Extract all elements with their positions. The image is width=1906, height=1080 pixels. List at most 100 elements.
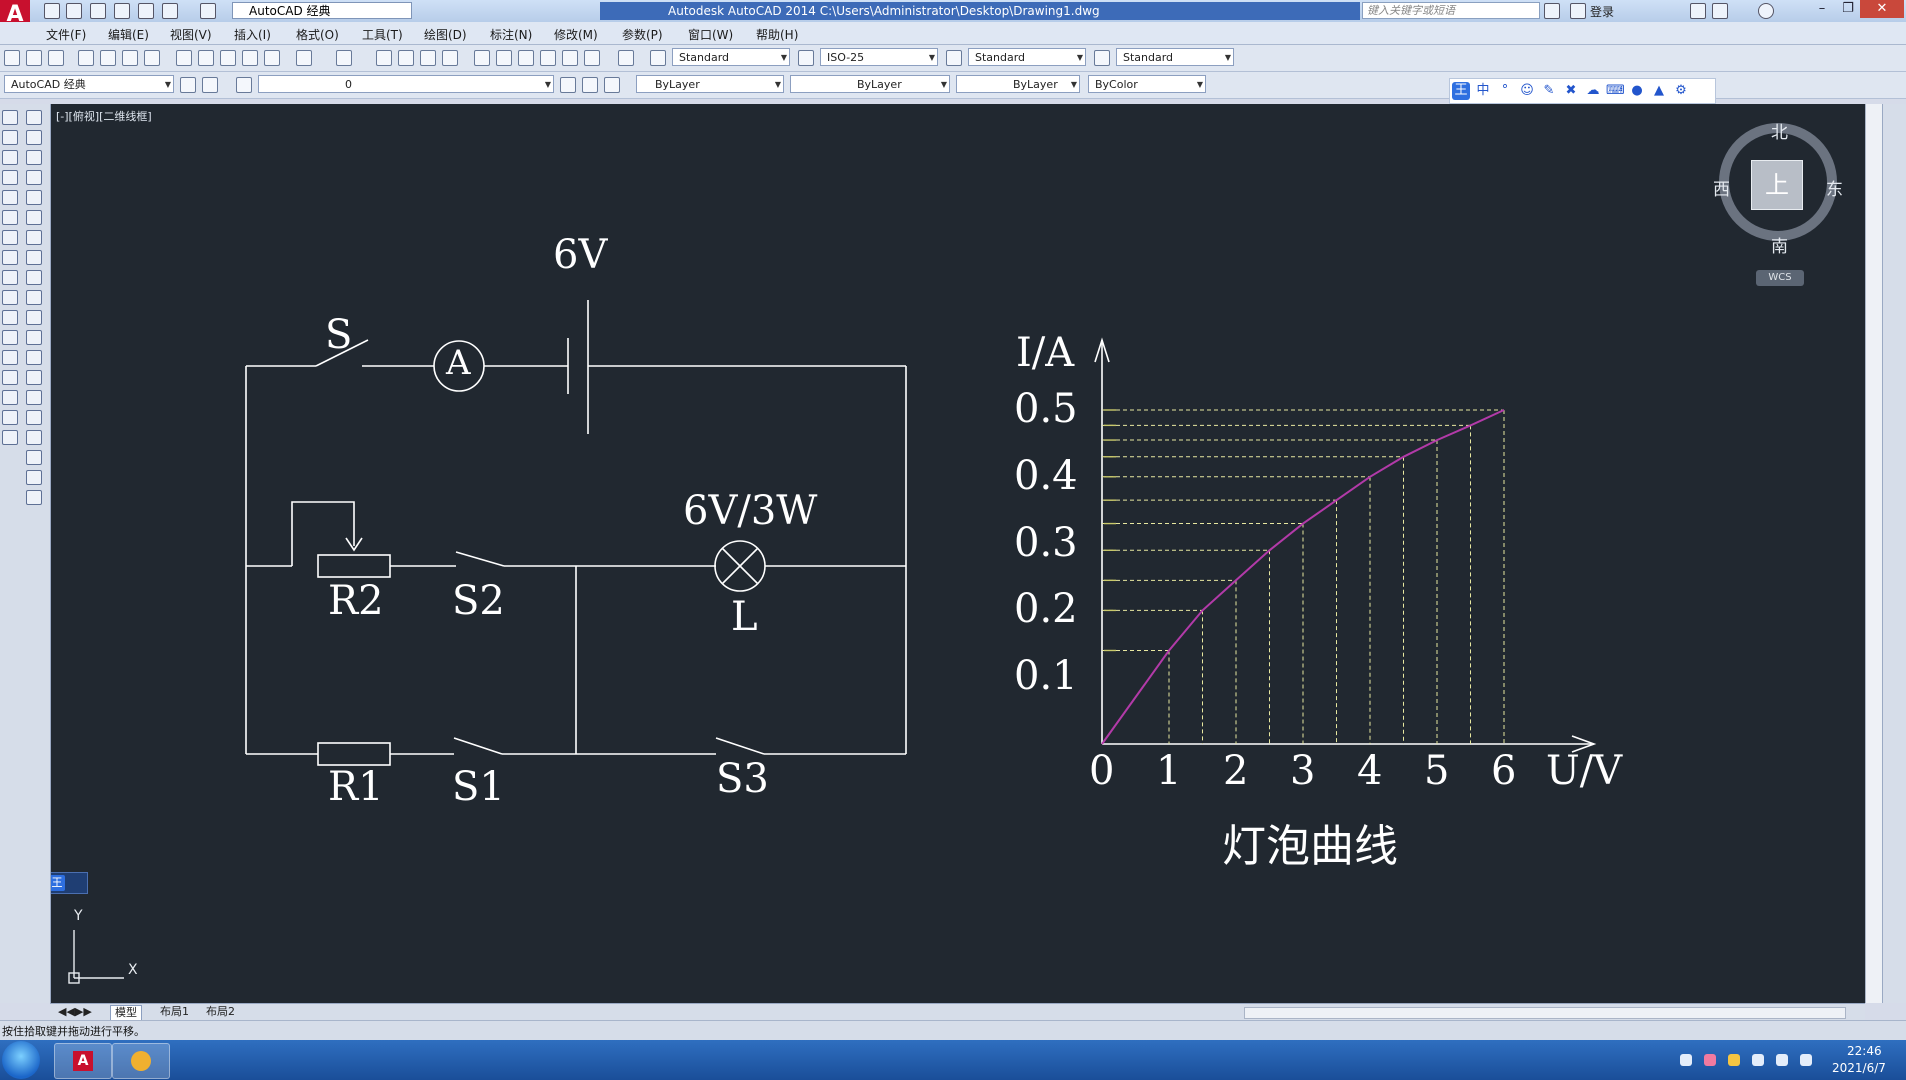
taskbar-autocad[interactable]: A	[54, 1043, 112, 1079]
extend-tool-icon[interactable]	[2, 310, 18, 325]
switch-s-label: S	[325, 312, 353, 358]
move-tool-icon[interactable]	[2, 210, 18, 225]
tray-ime-icon[interactable]	[1728, 1054, 1740, 1066]
lamp-label: L	[731, 594, 758, 640]
x-tick-label: 1	[1156, 748, 1182, 794]
r1-label: R1	[328, 764, 384, 810]
y-tick-label: 0.1	[1014, 653, 1078, 700]
viewcube-top-face[interactable]: 上	[1751, 160, 1803, 210]
x-tick-label: 2	[1223, 748, 1249, 794]
chamfer-tool-icon[interactable]	[2, 390, 18, 405]
tray-volume-icon[interactable]	[1776, 1054, 1788, 1066]
r2-label: R2	[328, 578, 384, 624]
rectangle-tool-icon[interactable]	[26, 190, 42, 205]
table-tool-icon[interactable]	[26, 450, 42, 465]
spline-tool-icon[interactable]	[26, 270, 42, 285]
copy-tool-icon[interactable]	[2, 130, 18, 145]
fillet-tool-icon[interactable]	[2, 410, 18, 425]
r2-resistor	[317, 554, 391, 578]
ellipse-arc-tool-icon[interactable]	[26, 310, 42, 325]
trim-tool-icon[interactable]	[2, 290, 18, 305]
revcloud-tool-icon[interactable]	[26, 250, 42, 265]
tab-layout2[interactable]: 布局2	[202, 1005, 239, 1019]
polygon-tool-icon[interactable]	[26, 170, 42, 185]
ucs-icon	[68, 930, 124, 984]
offset-tool-icon[interactable]	[2, 170, 18, 185]
clock-time[interactable]: 22:46	[1847, 1044, 1882, 1058]
ammeter-label: A	[446, 343, 471, 383]
switch-s3-blade	[715, 737, 765, 755]
tab-model[interactable]: 模型	[110, 1005, 142, 1021]
switch-s1-blade	[453, 737, 503, 755]
tab-layout1[interactable]: 布局1	[156, 1005, 193, 1019]
y-tick-label: 0.3	[1014, 519, 1078, 566]
status-prompt: 按住拾取键并拖动进行平移。	[2, 1025, 145, 1038]
right-tool-palette	[1882, 104, 1906, 1003]
compass-west[interactable]: 西	[1713, 175, 1730, 200]
array-tool-icon[interactable]	[2, 190, 18, 205]
ellipse-tool-icon[interactable]	[26, 290, 42, 305]
x-tick-label: 0	[1089, 748, 1115, 794]
make-block-tool-icon[interactable]	[26, 350, 42, 365]
x-tick-label: 5	[1424, 748, 1450, 794]
status-bar	[0, 1020, 1906, 1041]
drawing-svg	[68, 300, 1597, 984]
add-selected-tool-icon[interactable]	[26, 490, 42, 505]
pline-tool-icon[interactable]	[26, 150, 42, 165]
horizontal-scrollbar[interactable]	[1244, 1007, 1846, 1019]
taskbar-app-2[interactable]	[112, 1043, 170, 1079]
vertical-scrollbar[interactable]	[1865, 104, 1883, 1003]
tray-app-icon[interactable]	[1704, 1054, 1716, 1066]
switch-s2-blade	[455, 551, 505, 567]
xline-tool-icon[interactable]	[26, 130, 42, 145]
chart-guide-lines	[1102, 409, 1505, 744]
clock-date[interactable]: 2021/6/7	[1832, 1061, 1886, 1075]
insert-block-tool-icon[interactable]	[26, 330, 42, 345]
chart-y-label: I/A	[1016, 330, 1075, 376]
stretch-tool-icon[interactable]	[2, 270, 18, 285]
ucs-y-label: Y	[74, 908, 83, 924]
erase-tool-icon[interactable]	[2, 110, 18, 125]
region-tool-icon[interactable]	[26, 430, 42, 445]
tray-security-icon[interactable]	[1680, 1054, 1692, 1066]
ucs-x-label: X	[128, 962, 138, 978]
s2-label: S2	[452, 578, 505, 624]
tray-network-icon[interactable]	[1800, 1054, 1812, 1066]
x-tick-label: 3	[1290, 748, 1316, 794]
windows-taskbar	[0, 1040, 1906, 1080]
chart-y-tick-marks	[1104, 409, 1116, 652]
compass-north[interactable]: 北	[1771, 118, 1788, 143]
x-tick-label: 4	[1357, 748, 1383, 794]
s1-label: S1	[452, 764, 505, 810]
rheostat-slider-wire	[291, 501, 355, 566]
chart-caption: 灯泡曲线	[1222, 821, 1398, 872]
hatch-tool-icon[interactable]	[26, 390, 42, 405]
tray-shield-icon[interactable]	[1752, 1054, 1764, 1066]
layout-tabs-bar: ◀◀▶▶ 模型 布局1 布局2	[50, 1003, 1865, 1021]
point-tool-icon[interactable]	[26, 370, 42, 385]
mtext-tool-icon[interactable]	[26, 470, 42, 485]
scale-tool-icon[interactable]	[2, 250, 18, 265]
lamp-rating-label: 6V/3W	[683, 488, 818, 534]
r1-resistor	[317, 742, 391, 766]
mirror-tool-icon[interactable]	[2, 150, 18, 165]
tab-nav-first-icon[interactable]: ◀◀▶▶	[54, 1005, 96, 1019]
explode-tool-icon[interactable]	[2, 430, 18, 445]
arc-tool-icon[interactable]	[26, 210, 42, 225]
start-button[interactable]	[2, 1041, 40, 1079]
join-tool-icon[interactable]	[2, 370, 18, 385]
s3-label: S3	[716, 756, 769, 802]
line-tool-icon[interactable]	[26, 110, 42, 125]
compass-south[interactable]: 南	[1771, 232, 1788, 257]
rotate-tool-icon[interactable]	[2, 230, 18, 245]
wcs-menu-button[interactable]: WCS	[1756, 270, 1804, 286]
voltage-label: 6V	[553, 232, 608, 278]
gradient-tool-icon[interactable]	[26, 410, 42, 425]
compass-east[interactable]: 东	[1826, 175, 1843, 200]
circle-tool-icon[interactable]	[26, 230, 42, 245]
autocad-task-icon: A	[73, 1051, 93, 1071]
ime-mini-logo-icon[interactable]: 王	[49, 875, 65, 891]
iv-chart	[1094, 337, 1597, 753]
break-at-point-tool-icon[interactable]	[2, 330, 18, 345]
break-tool-icon[interactable]	[2, 350, 18, 365]
